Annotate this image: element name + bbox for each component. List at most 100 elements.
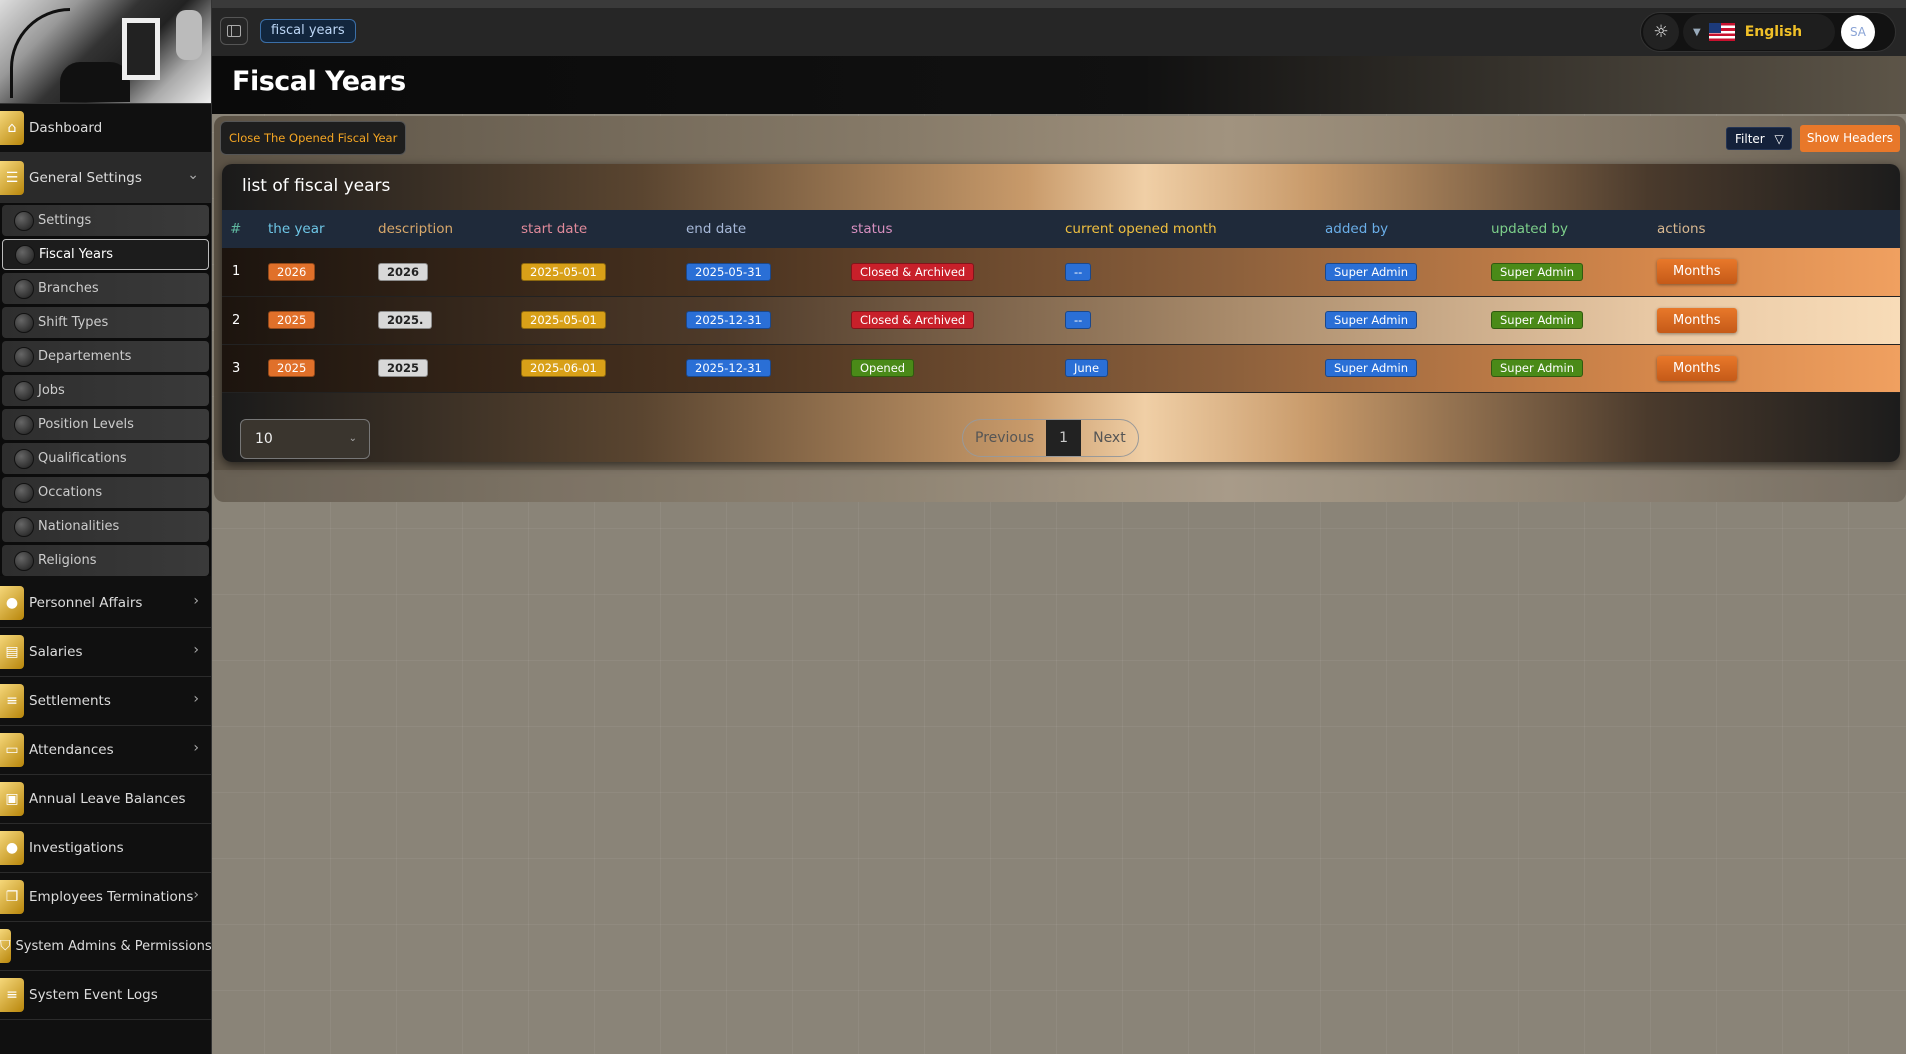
subitem-label: Nationalities [38,519,120,534]
column-header[interactable]: start date [513,210,678,248]
filter-label: Filter [1735,132,1765,146]
column-header[interactable]: actions [1649,210,1900,248]
added-by-badge: Super Admin [1325,262,1417,281]
sidebar-subitem-religions[interactable]: Religions [2,545,209,576]
sidebar: ⌂ Dashboard ☰ General Settings ⌄ Setting… [0,0,212,1054]
subitem-label: Settings [38,213,92,228]
sidebar-subitem-position-levels[interactable]: Position Levels [2,409,209,440]
sidebar-subitem-nationalities[interactable]: Nationalities [2,511,209,542]
top-strip [0,0,1906,8]
us-flag-icon [1708,23,1735,41]
circle-icon [14,482,34,503]
subitem-label: Occations [38,485,103,500]
start-date-badge: 2025-05-01 [521,311,606,329]
chevron-right-icon: › [193,593,199,609]
subitem-label: Jobs [38,383,65,398]
sidebar-item-label: Attendances [29,742,114,758]
column-header[interactable]: current opened month [1057,210,1317,248]
sidebar-subitem-settings[interactable]: Settings [2,205,209,236]
row-number: 2 [222,296,260,345]
sidebar-item-employees-terminations[interactable]: ❐ Employees Terminations › [0,873,211,922]
column-header[interactable]: end date [678,210,843,248]
column-header[interactable]: added by [1317,210,1483,248]
general-settings-submenu: Settings Fiscal Years Branches Shift Typ… [0,203,211,576]
chevron-down-icon: ▼ [1693,26,1701,38]
filter-icon: ▽ [1774,132,1784,146]
chevron-right-icon: › [193,642,199,658]
page-size-select[interactable]: 10 ⌄ [240,419,370,459]
sidebar-item-annual-leave-balances[interactable]: ▣ Annual Leave Balances [0,775,211,824]
months-button[interactable]: Months [1657,307,1737,333]
row-number: 1 [222,248,260,297]
year-badge: 2026 [268,262,316,281]
close-fiscal-year-button[interactable]: Close The Opened Fiscal Year [220,121,407,155]
sidebar-item-dashboard[interactable]: ⌂ Dashboard [0,104,211,153]
year-badge: 2025 [268,311,316,329]
circle-icon [14,414,34,435]
sidebar-subitem-departements[interactable]: Departements [2,341,209,372]
sidebar-item-label: Dashboard [29,120,103,136]
sidebar-subitem-jobs[interactable]: Jobs [2,375,209,406]
sidebar-item-investigations[interactable]: ● Investigations [0,824,211,873]
added-by-badge: Super Admin [1325,359,1417,377]
sidebar-item-personnel-affairs[interactable]: ● Personnel Affairs › [0,579,211,628]
language-selector[interactable]: ▼ English [1683,14,1835,50]
sidebar-subitem-occations[interactable]: Occations [2,477,209,508]
months-button[interactable]: Months [1657,355,1737,381]
breadcrumb[interactable]: fiscal years [260,19,356,43]
month-badge: -- [1065,311,1092,329]
fiscal-years-table: # the year description start date end da… [222,210,1900,393]
column-header[interactable]: description [370,210,513,248]
months-button[interactable]: Months [1657,259,1737,285]
sidebar-subitem-branches[interactable]: Branches [2,273,209,304]
sidebar-item-settlements[interactable]: ≡ Settlements › [0,677,211,726]
circle-icon [14,278,34,299]
sidebar-item-label: General Settings [29,169,142,186]
chevron-right-icon: › [193,887,199,903]
column-header[interactable]: updated by [1483,210,1649,248]
added-by-badge: Super Admin [1325,311,1417,329]
card-title: list of fiscal years [242,176,391,196]
circle-icon [14,550,34,571]
brand-logo[interactable] [0,0,211,104]
table-row: 3 2025 2025 2025-06-01 2025-12-31 Opened… [222,344,1900,393]
avatar[interactable]: SA [1841,15,1875,49]
page-number-button[interactable]: 1 [1046,420,1082,456]
sidebar-item-attendances[interactable]: ▭ Attendances › [0,726,211,775]
list-icon: ≡ [0,978,24,1012]
sidebar-toggle-icon [227,25,241,37]
description-badge: 2026 [378,262,429,281]
shield-icon: ⛉ [0,929,11,963]
month-badge: June [1065,359,1109,377]
column-header[interactable]: status [843,210,1057,248]
theme-toggle-icon[interactable]: ☼ [1643,14,1679,50]
filter-button[interactable]: Filter ▽ [1726,127,1792,150]
sidebar-item-label: System Event Logs [29,987,158,1003]
sidebar-item-general-settings[interactable]: ☰ General Settings ⌄ [0,153,211,203]
sidebar-item-label: Settlements [29,693,111,709]
pagination: Previous 1 Next [962,419,1139,457]
subitem-label: Departements [38,349,132,364]
sidebar-item-salaries[interactable]: ▤ Salaries › [0,628,211,677]
sidebar-subitem-qualifications[interactable]: Qualifications [2,443,209,474]
description-badge: 2025. [378,311,433,329]
table-row: 2 2025 2025. 2025-05-01 2025-12-31 Close… [222,296,1900,345]
chevron-right-icon: › [193,740,199,756]
subitem-label: Fiscal Years [39,247,114,262]
sidebar-item-system-event-logs[interactable]: ≡ System Event Logs [0,971,211,1020]
sidebar-subitem-shift-types[interactable]: Shift Types [2,307,209,338]
previous-page-button[interactable]: Previous [963,420,1046,456]
content-panel: Close The Opened Fiscal Year Filter ▽ Sh… [214,116,1906,502]
sidebar-subitem-fiscal-years[interactable]: Fiscal Years [2,239,209,270]
column-header[interactable]: the year [260,210,370,248]
show-headers-button[interactable]: Show Headers [1800,125,1900,152]
sidebar-item-label: Annual Leave Balances [29,791,186,807]
circle-icon [14,380,34,401]
column-header[interactable]: # [222,210,260,248]
sidebar-item-system-admins[interactable]: ⛉ System Admins & Permissions [0,922,212,971]
subitem-label: Position Levels [38,417,134,432]
briefcase-icon: ▭ [0,733,24,767]
sidebar-toggle-button[interactable] [220,17,248,45]
updated-by-badge: Super Admin [1491,359,1583,377]
next-page-button[interactable]: Next [1081,420,1138,456]
